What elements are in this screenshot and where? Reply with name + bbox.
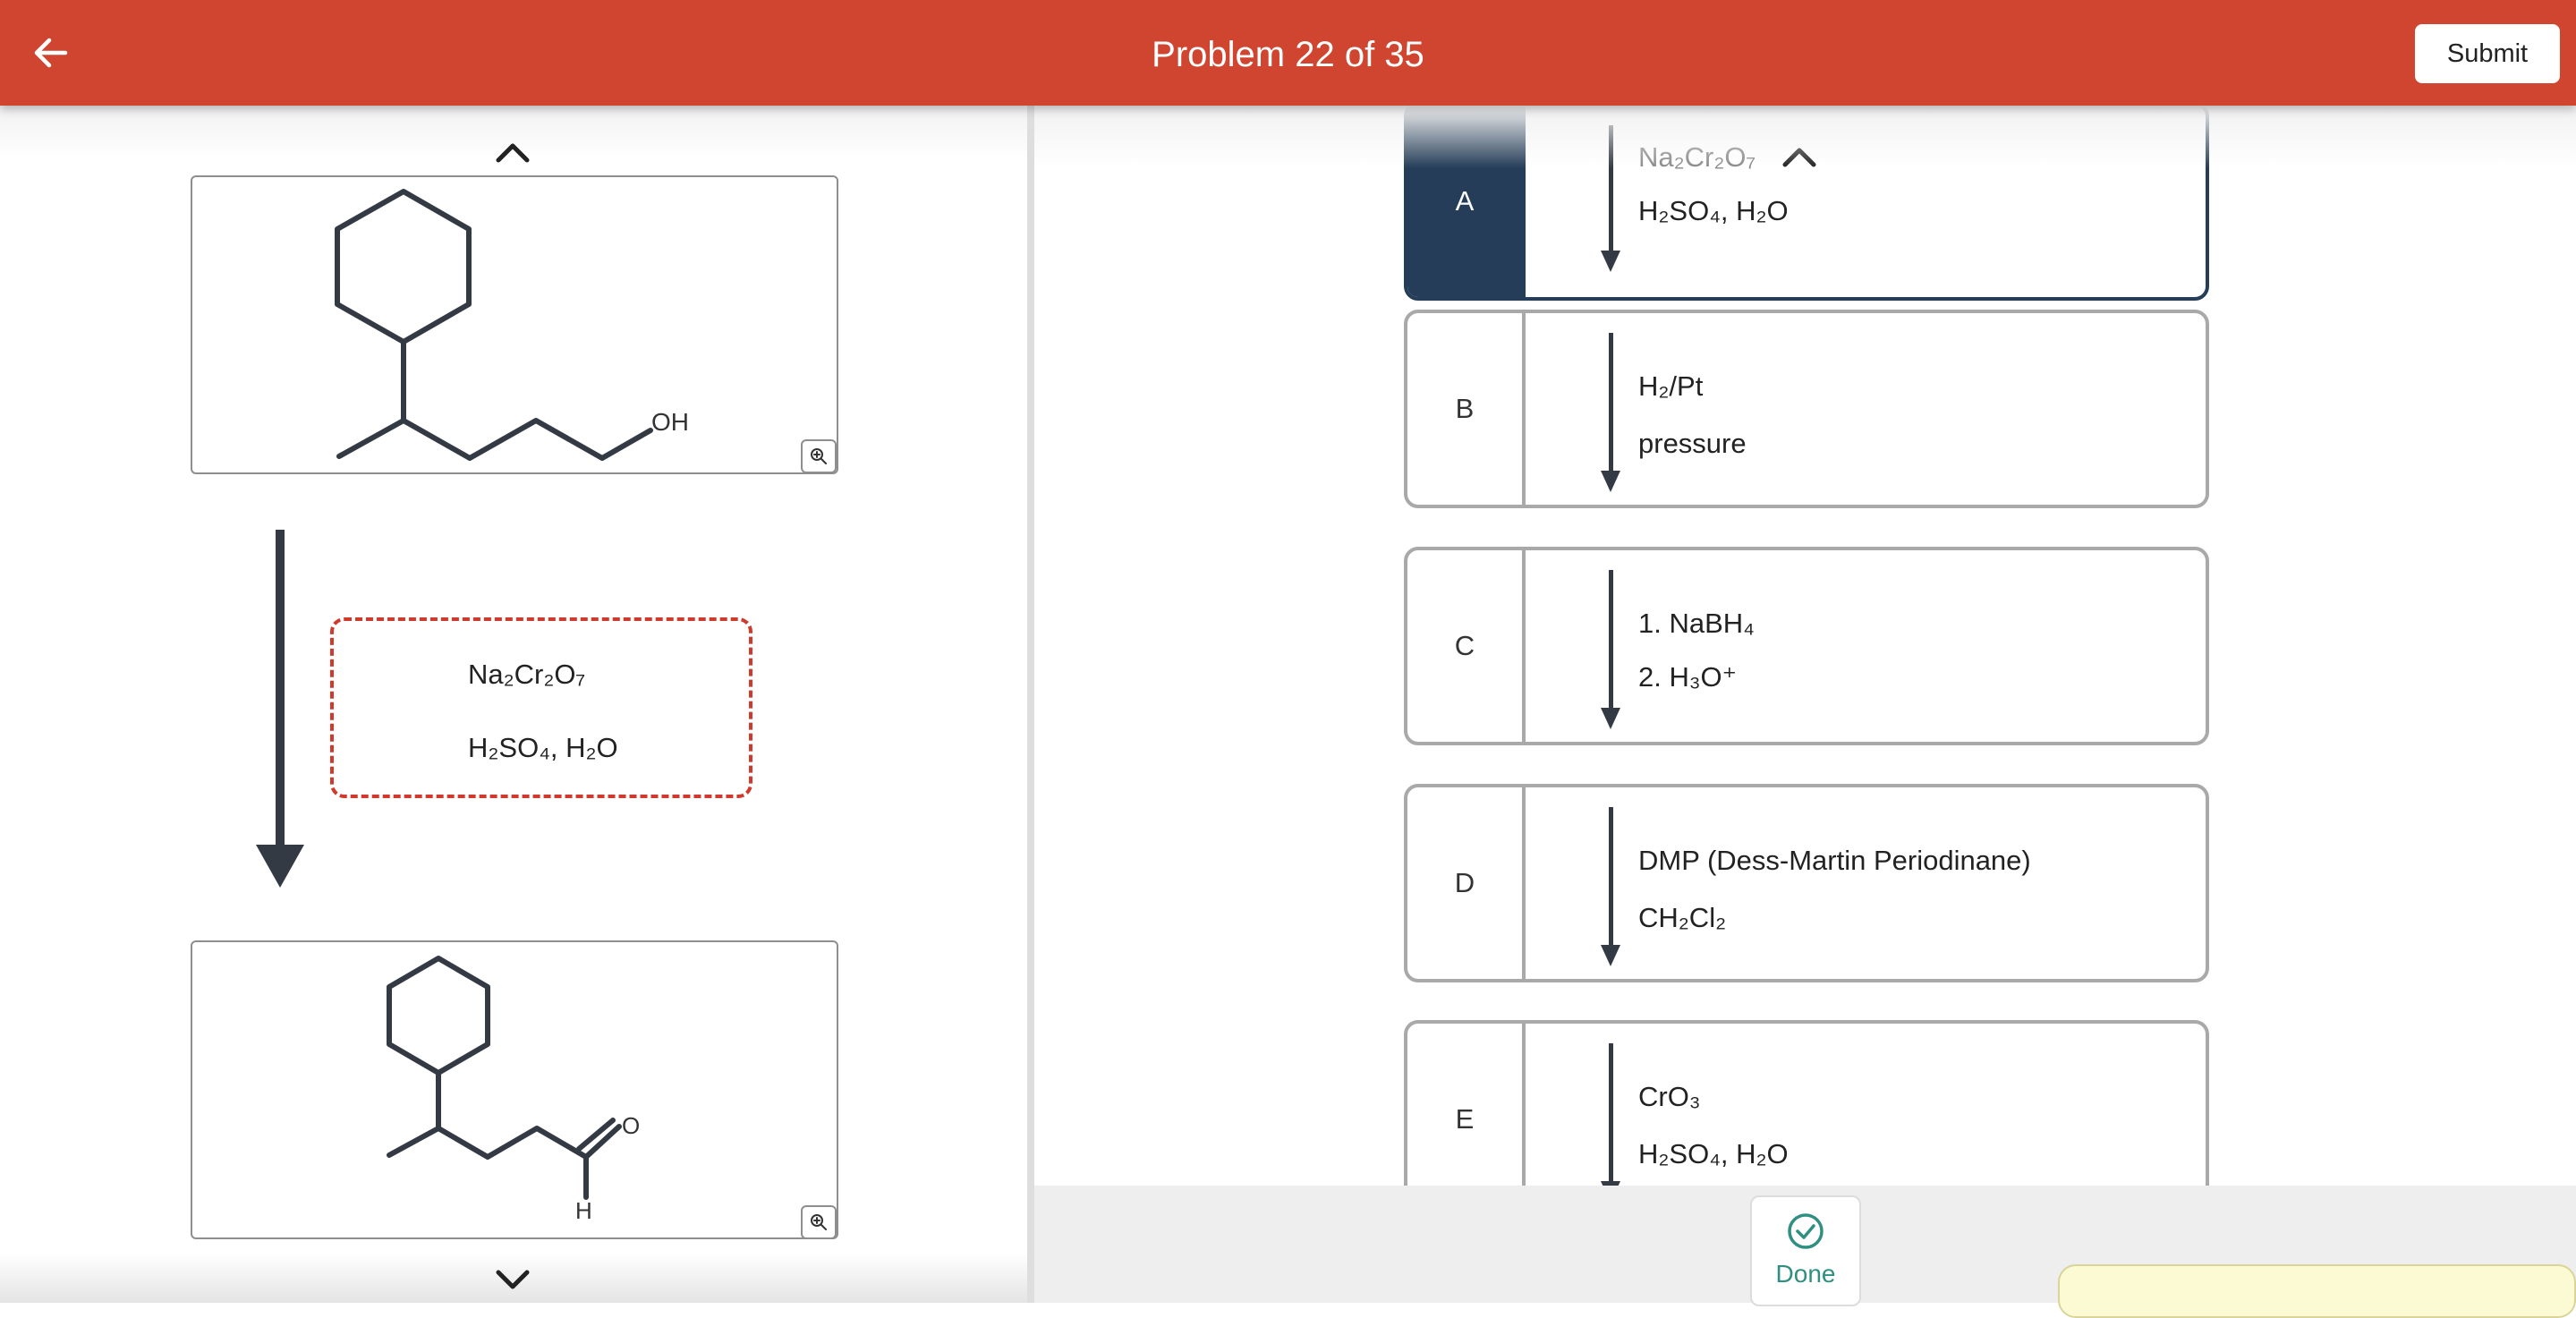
reagent-options-panel: A Na₂Cr₂O₇ H₂SO₄, H₂O B H₂/Pt pressure C… (1034, 106, 2576, 1186)
chevron-down-icon (496, 1270, 530, 1289)
h-label: H (575, 1197, 592, 1224)
option-line-2: H₂SO₄, H₂O (1638, 1138, 1789, 1169)
scroll-up-button[interactable] (490, 136, 535, 168)
reagent-drop-zone[interactable]: Na₂Cr₂O₇ H₂SO₄, H₂O (330, 617, 752, 798)
reagent-line-1: Na₂Cr₂O₇ (468, 659, 586, 690)
zoom-starting-material-button[interactable] (801, 439, 837, 473)
option-e[interactable]: E CrO₃ H₂SO₄, H₂O (1404, 1020, 2209, 1186)
option-line-2: pressure (1638, 428, 1747, 459)
panel-divider (1027, 106, 1034, 1303)
option-letter: E (1407, 1024, 1526, 1186)
down-arrow-icon (1601, 333, 1620, 492)
zoom-in-icon (811, 1214, 827, 1230)
option-line-1: 1. NaBH₄ (1638, 608, 1755, 639)
down-arrow-icon (1601, 1043, 1620, 1186)
reaction-arrow (256, 530, 304, 888)
option-letter: C (1407, 550, 1526, 742)
option-letter: B (1407, 313, 1526, 505)
option-b[interactable]: B H₂/Pt pressure (1404, 310, 2209, 508)
o-label: O (622, 1112, 640, 1139)
done-button[interactable]: Done (1750, 1195, 1861, 1306)
option-line-1: DMP (Dess-Martin Periodinane) (1638, 845, 2031, 876)
product-structure: O H (387, 956, 640, 1224)
starting-material-box: OH (191, 175, 838, 474)
hint-popup[interactable] (2058, 1264, 2576, 1318)
option-c[interactable]: C 1. NaBH₄ 2. H₃O⁺ (1404, 547, 2209, 745)
scroll-down-button[interactable] (490, 1264, 535, 1297)
back-button[interactable] (21, 21, 81, 84)
done-label: Done (1775, 1260, 1836, 1288)
check-circle-icon (1788, 1213, 1824, 1249)
oh-label: OH (651, 408, 689, 436)
option-line-2: H₂SO₄, H₂O (1638, 195, 1789, 226)
page-title: Problem 22 of 35 (1152, 35, 1424, 74)
product-box: O H (191, 940, 838, 1239)
zoom-in-icon (811, 448, 827, 464)
option-d[interactable]: D DMP (Dess-Martin Periodinane) CH₂Cl₂ (1404, 784, 2209, 982)
scroll-fade-top (1034, 106, 2576, 168)
zoom-product-button[interactable] (801, 1205, 837, 1239)
reagent-line-2: H₂SO₄, H₂O (468, 732, 618, 763)
option-line-1: CrO₃ (1638, 1081, 1701, 1112)
option-line-1: H₂/Pt (1638, 370, 1704, 402)
back-arrow-icon (34, 38, 68, 68)
option-letter: D (1407, 787, 1526, 979)
down-arrow-icon (1601, 570, 1620, 729)
starting-material-structure: OH (335, 189, 689, 461)
chevron-up-icon (496, 143, 530, 163)
header-bar: Problem 22 of 35 Submit (0, 0, 2576, 106)
option-line-2: CH₂Cl₂ (1638, 902, 1727, 933)
option-line-2: 2. H₃O⁺ (1638, 661, 1737, 693)
submit-button[interactable]: Submit (2415, 24, 2560, 83)
down-arrow-icon (1601, 807, 1620, 966)
